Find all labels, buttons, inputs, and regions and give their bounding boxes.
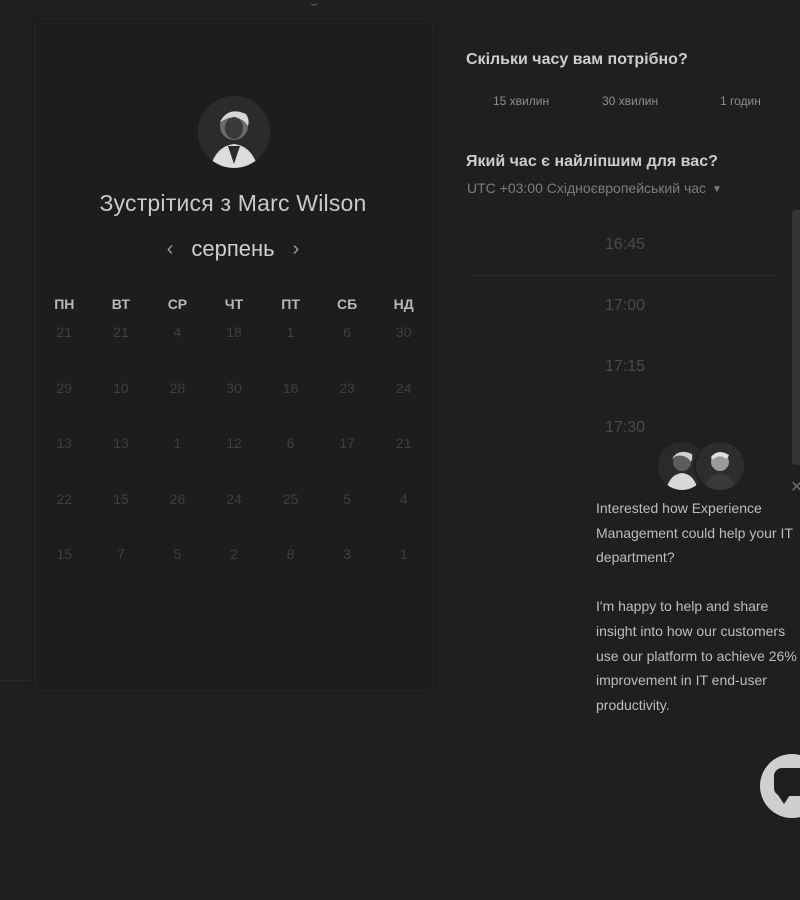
timezone-select[interactable]: UTC +03:00 Східноєвропейський час ▼ xyxy=(467,180,722,196)
calendar-day: 16 xyxy=(282,379,299,396)
calendar-day: 4 xyxy=(173,324,182,340)
calendar-week: 13 13 1 12 6 17 21 xyxy=(36,429,432,485)
calendar-day: 8 xyxy=(286,546,295,562)
weekday-label: ВТ xyxy=(111,296,130,312)
top-edge-tab xyxy=(310,0,318,6)
calendar-day: 7 xyxy=(116,546,125,562)
weekday-label: ПТ xyxy=(281,296,300,312)
weekday-label: ПН xyxy=(54,296,75,312)
meeting-title: Зустрітися з Marc Wilson xyxy=(99,190,367,216)
timezone-label: UTC +03:00 Східноєвропейський час xyxy=(467,180,707,196)
calendar-week: 22 15 26 24 25 5 4 xyxy=(36,485,432,541)
chat-message: Interested how Experience Management cou… xyxy=(596,496,800,742)
calendar-day: 15 xyxy=(56,546,73,562)
weekday-header: ПН ВТ СР ЧТ ПТ СБ НД xyxy=(36,296,432,318)
calendar-day: 24 xyxy=(395,379,412,396)
chat-bubble-icon xyxy=(774,768,800,804)
time-slot[interactable]: 17:15 xyxy=(470,337,780,398)
weekday-label: ЧТ xyxy=(224,296,244,312)
calendar-day: 26 xyxy=(169,490,186,507)
weekday-label: СБ xyxy=(337,296,358,312)
calendar-day: 25 xyxy=(282,490,299,507)
duration-option-30[interactable]: 30 хвилин xyxy=(602,94,658,108)
duration-option-60[interactable]: 1 годин xyxy=(720,94,761,108)
calendar-day: 10 xyxy=(113,379,129,396)
weekday-label: СР xyxy=(167,296,188,312)
calendar-day: 15 xyxy=(113,490,129,507)
time-slot[interactable]: 17:00 xyxy=(470,276,780,337)
calendar-day: 3 xyxy=(343,546,352,562)
calendar-day: 24 xyxy=(226,490,242,507)
chat-launcher-button[interactable] xyxy=(760,754,800,818)
calendar-day: 1 xyxy=(173,435,182,451)
agent-avatar xyxy=(694,440,746,492)
chevron-left-icon[interactable]: ‹ xyxy=(163,238,178,261)
calendar-day: 23 xyxy=(339,379,355,396)
calendar-day: 29 xyxy=(56,379,73,396)
calendar-day: 30 xyxy=(226,379,242,396)
time-slot-list: 16:45 17:00 17:15 17:30 xyxy=(470,215,780,459)
chevron-right-icon[interactable]: › xyxy=(289,238,304,261)
scrollbar-thumb[interactable] xyxy=(792,210,800,465)
calendar-day: 2 xyxy=(230,546,238,562)
calendar-day: 5 xyxy=(173,546,182,562)
calendar-week: 29 10 28 30 16 23 24 xyxy=(36,374,432,430)
calendar-week: 21 21 4 18 1 6 30 xyxy=(36,318,432,374)
calendar-day: 21 xyxy=(56,324,73,340)
calendar-day: 18 xyxy=(226,324,242,340)
calendar-day: 6 xyxy=(286,435,295,451)
calendar-day: 13 xyxy=(56,435,73,451)
calendar-grid: ПН ВТ СР ЧТ ПТ СБ НД 21 21 4 18 1 6 30 2… xyxy=(36,296,432,596)
calendar-day: 22 xyxy=(56,490,73,507)
calendar-day: 4 xyxy=(399,490,408,507)
time-question: Який час є найліпшим для вас? xyxy=(466,153,718,170)
chat-agent-avatars xyxy=(656,440,746,492)
calendar-day: 13 xyxy=(113,435,129,451)
calendar-day: 30 xyxy=(395,324,412,340)
host-avatar xyxy=(198,96,270,168)
calendar-week: 15 7 5 2 8 3 1 xyxy=(36,540,432,596)
calendar-day: 28 xyxy=(169,379,186,396)
caret-down-icon: ▼ xyxy=(712,184,722,195)
frame-divider xyxy=(0,680,36,681)
calendar-day: 6 xyxy=(343,324,352,340)
calendar-day: 1 xyxy=(399,546,408,562)
time-slot-scrollbar[interactable] xyxy=(792,210,800,465)
calendar-day: 12 xyxy=(226,435,242,451)
time-slot[interactable]: 16:45 xyxy=(470,215,780,276)
calendar-day: 5 xyxy=(343,490,352,507)
duration-question: Скільки часу вам потрібно? xyxy=(466,51,688,68)
calendar-day: 21 xyxy=(395,435,412,451)
calendar-day: 1 xyxy=(286,324,295,340)
duration-option-15[interactable]: 15 хвилин xyxy=(493,94,549,108)
weekday-label: НД xyxy=(393,296,414,312)
month-navigation: ‹ серпень › xyxy=(34,236,432,262)
duration-options: 15 хвилин 30 хвилин 1 годин xyxy=(466,94,776,112)
calendar-day: 17 xyxy=(339,435,355,451)
month-label: серпень xyxy=(191,236,275,261)
close-icon[interactable]: ✕ xyxy=(790,477,800,497)
calendar-day: 21 xyxy=(113,324,129,340)
chat-message-text: I'm happy to help and share insight into… xyxy=(596,598,797,713)
chat-message-text: Interested how Experience Management cou… xyxy=(596,500,793,566)
